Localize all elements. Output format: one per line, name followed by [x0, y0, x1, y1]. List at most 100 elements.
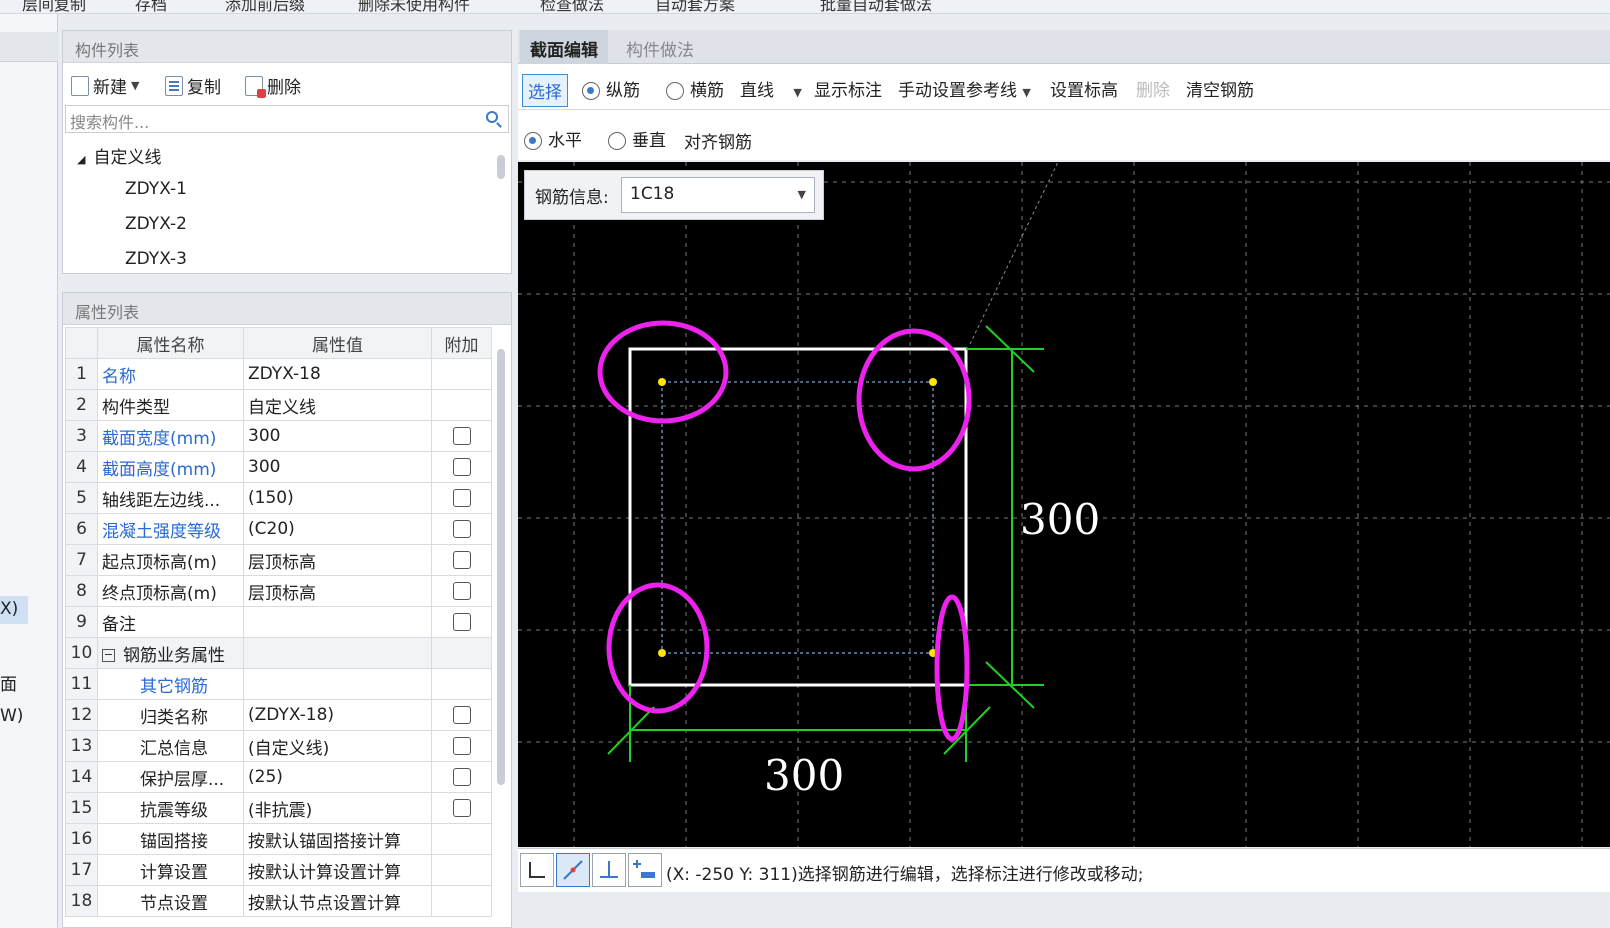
prop-value[interactable]: 层顶标高	[243, 575, 432, 607]
rebar-point[interactable]	[929, 378, 937, 386]
table-row[interactable]: 16 锚固搭接 按默认锚固搭接计算	[65, 823, 492, 855]
table-row[interactable]: 8 终点顶标高(m) 层顶标高	[65, 575, 492, 607]
table-row[interactable]: 11 其它钢筋	[65, 668, 492, 700]
manual-ref-button[interactable]: 手动设置参考线 ▼	[898, 76, 1031, 101]
line-type-dropdown[interactable]: 直线 ▼	[740, 76, 802, 101]
left-nav-item-selected[interactable]: X)	[0, 596, 28, 624]
prop-value[interactable]: 按默认节点设置计算	[243, 885, 432, 917]
toolbar-save[interactable]: 存档	[135, 0, 167, 13]
left-nav-item-w[interactable]: W)	[0, 706, 23, 726]
prop-value[interactable]: (25)	[243, 761, 432, 793]
property-list-scrollbar[interactable]	[497, 349, 505, 785]
toolbar-auto-scheme[interactable]: 自动套方案	[655, 0, 735, 13]
table-row[interactable]: 2 构件类型 自定义线	[65, 389, 492, 421]
prop-value[interactable]: 300	[243, 420, 432, 452]
align-rebar-button[interactable]: 对齐钢筋	[684, 128, 752, 153]
table-row[interactable]: 1 名称 ZDYX-18	[65, 358, 492, 390]
extra-checkbox[interactable]	[452, 427, 471, 445]
toolbar-add-prefix[interactable]: 添加前后缀	[225, 0, 305, 13]
radio-transverse[interactable]: 横筋	[666, 76, 724, 101]
table-row[interactable]: 12 归类名称 (ZDYX-18)	[65, 699, 492, 731]
chevron-down-icon[interactable]: ▼	[1022, 86, 1030, 99]
table-row[interactable]: 15 抗震等级 (非抗震)	[65, 792, 492, 824]
snap-add-button[interactable]	[628, 853, 662, 887]
extra-checkbox[interactable]	[452, 799, 471, 817]
rebar-info-select[interactable]: 1C18 ▼	[621, 177, 815, 213]
extra-checkbox[interactable]	[452, 489, 471, 507]
toolbar-delete-unused[interactable]: 删除未使用构件	[358, 0, 470, 13]
prop-value[interactable]: 按默认计算设置计算	[243, 854, 432, 886]
prop-value[interactable]: (非抗震)	[243, 792, 432, 824]
prop-name: 计算设置	[97, 854, 244, 886]
select-button[interactable]: 选择	[522, 74, 568, 107]
table-row[interactable]: 7 起点顶标高(m) 层顶标高	[65, 544, 492, 576]
tab-component-method[interactable]: 构件做法	[616, 30, 704, 64]
snap-perpendicular-button[interactable]	[592, 853, 626, 887]
set-elevation-button[interactable]: 设置标高	[1050, 76, 1118, 101]
prop-value[interactable]	[243, 606, 432, 638]
toolbar-check-method[interactable]: 检查做法	[540, 0, 604, 13]
table-row[interactable]: 6 混凝土强度等级 (C20)	[65, 513, 492, 545]
new-button[interactable]: 新建 ▼	[71, 73, 139, 98]
prop-value[interactable]: 300	[243, 451, 432, 483]
prop-value[interactable]: (C20)	[243, 513, 432, 545]
radio-longitudinal[interactable]: 纵筋	[582, 76, 640, 101]
table-row[interactable]: 13 汇总信息 (自定义线)	[65, 730, 492, 762]
prop-value[interactable]	[243, 668, 432, 700]
snap-line-button[interactable]	[556, 853, 590, 887]
tab-section-edit[interactable]: 截面编辑	[520, 30, 608, 64]
collapse-triangle-icon[interactable]: ◢	[77, 153, 85, 166]
delete-rebar-button[interactable]: 删除	[1136, 76, 1170, 101]
tree-root[interactable]: ◢ 自定义线	[77, 143, 161, 168]
extra-checkbox[interactable]	[452, 706, 471, 724]
table-row[interactable]: 9 备注	[65, 606, 492, 638]
extra-checkbox[interactable]	[452, 551, 471, 569]
tree-item[interactable]: ZDYX-1	[125, 179, 187, 199]
extra-checkbox[interactable]	[452, 613, 471, 631]
table-row[interactable]: 3 截面宽度(mm) 300	[65, 420, 492, 452]
prop-value[interactable]: (ZDYX-18)	[243, 699, 432, 731]
section-drawing-canvas[interactable]: 300 300 钢筋信息: 1C18 ▼	[518, 162, 1610, 847]
snap-corner-button[interactable]	[520, 853, 554, 887]
tree-item[interactable]: ZDYX-3	[125, 249, 187, 269]
prop-value[interactable]: 自定义线	[243, 389, 432, 421]
radio-vertical[interactable]: 垂直	[608, 126, 666, 151]
section-drawing[interactable]: 300 300	[518, 162, 1610, 847]
dimension-right-label[interactable]: 300	[1020, 495, 1100, 544]
rebar-point[interactable]	[658, 649, 666, 657]
copy-button[interactable]: 复制	[165, 73, 221, 98]
toolbar-layer-copy[interactable]: 层间复制	[22, 0, 86, 13]
prop-value[interactable]: (150)	[243, 482, 432, 514]
component-list-scrollbar[interactable]	[497, 155, 505, 179]
collapse-icon[interactable]: −	[102, 649, 115, 662]
prop-value[interactable]: 层顶标高	[243, 544, 432, 576]
search-icon[interactable]	[486, 111, 498, 123]
delete-button[interactable]: 删除	[245, 73, 301, 98]
extra-checkbox[interactable]	[452, 768, 471, 786]
table-row[interactable]: 10− 钢筋业务属性	[65, 637, 492, 669]
chevron-down-icon[interactable]: ▼	[131, 79, 139, 92]
prop-value[interactable]: ZDYX-18	[243, 358, 432, 390]
toolbar-batch-auto[interactable]: 批量自动套做法	[820, 0, 932, 13]
tree-item[interactable]: ZDYX-2	[125, 214, 187, 234]
prop-value[interactable]: 按默认锚固搭接计算	[243, 823, 432, 855]
clear-rebar-button[interactable]: 清空钢筋	[1186, 76, 1254, 101]
table-row[interactable]: 17 计算设置 按默认计算设置计算	[65, 854, 492, 886]
left-nav-item-mian[interactable]: 面	[0, 670, 17, 695]
prop-value[interactable]: (自定义线)	[243, 730, 432, 762]
prop-value[interactable]	[243, 637, 432, 669]
table-row[interactable]: 5 轴线距左边线... (150)	[65, 482, 492, 514]
extra-checkbox[interactable]	[452, 582, 471, 600]
extra-checkbox[interactable]	[452, 520, 471, 538]
table-row[interactable]: 18 节点设置 按默认节点设置计算	[65, 885, 492, 917]
reference-line[interactable]	[969, 162, 1059, 345]
rebar-point[interactable]	[658, 378, 666, 386]
table-row[interactable]: 14 保护层厚... (25)	[65, 761, 492, 793]
extra-checkbox[interactable]	[452, 737, 471, 755]
show-dim-button[interactable]: 显示标注	[814, 76, 882, 101]
table-row[interactable]: 4 截面高度(mm) 300	[65, 451, 492, 483]
radio-horizontal[interactable]: 水平	[524, 126, 582, 151]
dimension-bottom-label[interactable]: 300	[764, 751, 844, 800]
search-input[interactable]: 搜索构件...	[65, 105, 509, 133]
extra-checkbox[interactable]	[452, 458, 471, 476]
